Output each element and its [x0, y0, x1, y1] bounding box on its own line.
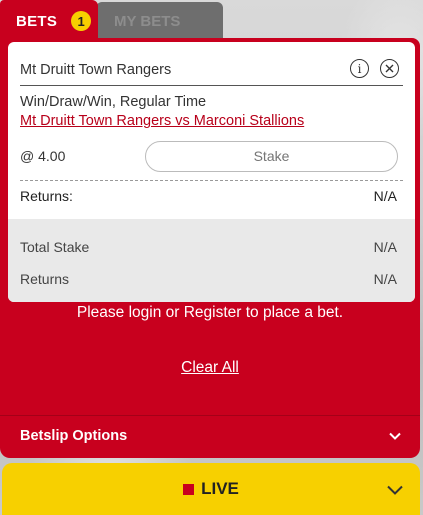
live-indicator-icon — [183, 483, 195, 495]
event-link[interactable]: Mt Druitt Town Rangers vs Marconi Stalli… — [20, 113, 304, 129]
bet-header: Mt Druitt Town Rangers i — [20, 42, 403, 86]
bet-card: Mt Druitt Town Rangers i Win/Draw/Win, R… — [8, 42, 415, 302]
live-bar[interactable]: LIVE — [2, 463, 420, 515]
chevron-down-icon — [389, 432, 401, 440]
chevron-down-icon — [387, 485, 403, 495]
stake-input[interactable] — [145, 140, 398, 172]
tab-bets-label: BETS — [16, 12, 58, 30]
betslip-panel: Mt Druitt Town Rangers i Win/Draw/Win, R… — [0, 38, 420, 458]
bet-returns-value: N/A — [373, 188, 397, 204]
total-returns-label: Returns — [20, 271, 70, 287]
info-icon[interactable]: i — [350, 59, 369, 78]
selection-name: Mt Druitt Town Rangers — [20, 61, 172, 78]
clear-all-link[interactable]: Clear All — [0, 359, 420, 377]
betslip-options-label: Betslip Options — [20, 427, 128, 444]
bet-returns-label: Returns: — [20, 188, 73, 204]
bet-returns-row: Returns: N/A — [20, 181, 403, 211]
tab-bets[interactable]: BETS 1 — [0, 0, 98, 42]
bet-count-badge: 1 — [71, 11, 92, 31]
tab-my-bets-label: MY BETS — [114, 13, 181, 30]
tab-my-bets[interactable]: MY BETS — [96, 2, 223, 42]
odds-value: @ 4.00 — [20, 148, 66, 164]
total-stake-label: Total Stake — [20, 239, 90, 255]
total-stake-value: N/A — [373, 239, 397, 255]
login-message[interactable]: Please login or Register to place a bet. — [0, 304, 420, 322]
betslip-summary: Total Stake N/A Returns N/A — [8, 219, 415, 302]
total-stake-row: Total Stake N/A — [20, 231, 397, 263]
market-name: Win/Draw/Win, Regular Time — [20, 94, 207, 110]
total-returns-value: N/A — [373, 271, 397, 287]
live-label: LIVE — [201, 479, 239, 498]
betslip-options-toggle[interactable]: Betslip Options — [0, 415, 420, 455]
total-returns-row: Returns N/A — [20, 263, 397, 295]
close-icon[interactable] — [380, 59, 399, 78]
